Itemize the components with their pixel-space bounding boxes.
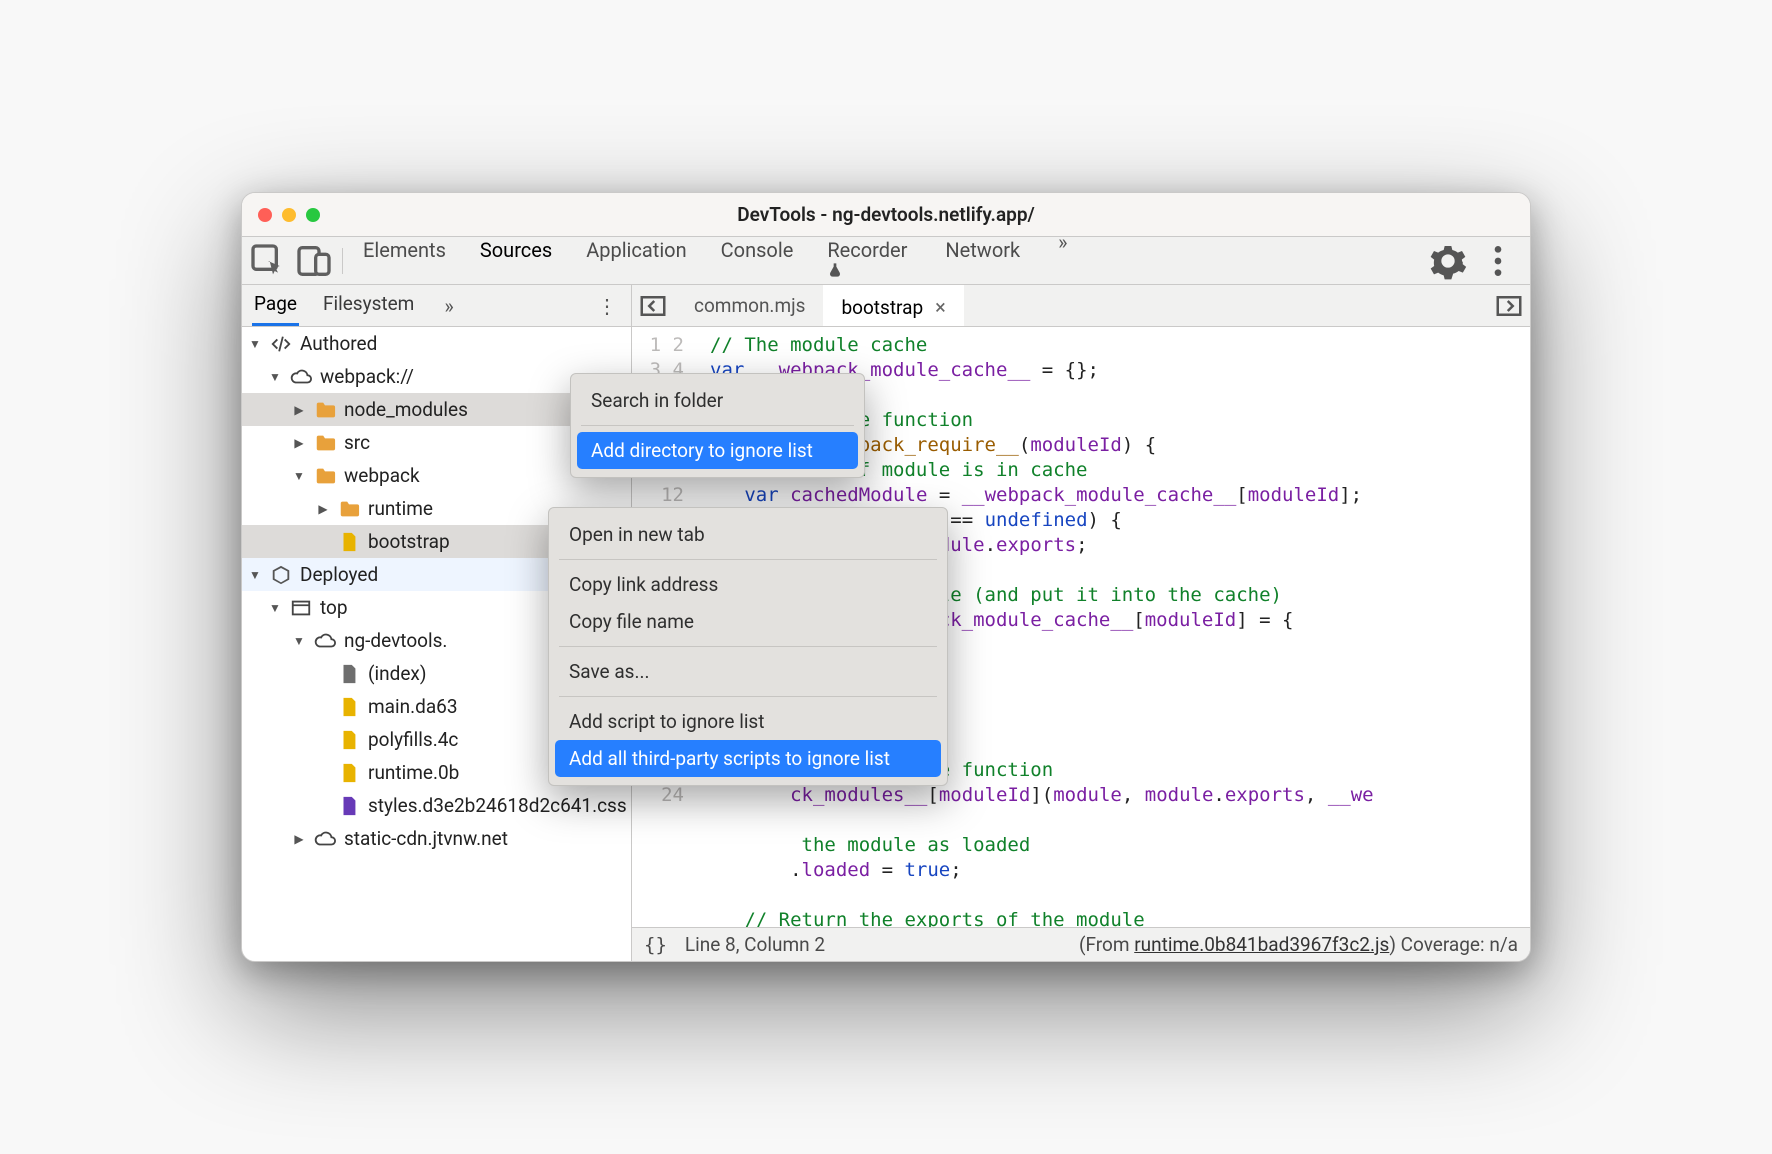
tab-sources[interactable]: Sources xyxy=(478,230,554,291)
tree-authored[interactable]: Authored xyxy=(242,327,631,360)
tab-application[interactable]: Application xyxy=(584,230,688,291)
tab-console[interactable]: Console xyxy=(719,230,796,291)
tree-label: ng-devtools. xyxy=(344,629,447,652)
document-icon xyxy=(338,663,360,685)
chevron-down-icon xyxy=(248,568,262,582)
tree-label: node_modules xyxy=(344,398,468,421)
cloud-icon xyxy=(314,630,336,652)
navigator-tab-page[interactable]: Page xyxy=(252,286,299,326)
tab-elements[interactable]: Elements xyxy=(361,230,448,291)
main-toolbar: Elements Sources Application Console Rec… xyxy=(242,237,1530,285)
device-toolbar-icon[interactable] xyxy=(294,241,334,281)
tree-label: main.da63 xyxy=(368,695,458,718)
pretty-print-icon[interactable]: {} xyxy=(644,934,667,956)
chevron-right-icon xyxy=(292,832,306,846)
ctx-search-in-folder[interactable]: Search in folder xyxy=(577,382,858,419)
toolbar-separator xyxy=(342,248,343,274)
folder-icon xyxy=(314,465,336,487)
flask-icon xyxy=(827,262,911,278)
package-icon xyxy=(270,564,292,586)
tree-label: static-cdn.jtvnw.net xyxy=(344,827,508,850)
code-icon xyxy=(270,333,292,355)
titlebar: DevTools - ng-devtools.netlify.app/ xyxy=(242,193,1530,237)
source-origin: (From runtime.0b841bad3967f3c2.js) Cover… xyxy=(1079,933,1518,956)
ctx-add-all-ignore[interactable]: Add all third-party scripts to ignore li… xyxy=(555,740,941,777)
close-icon[interactable]: × xyxy=(935,295,946,319)
tree-label: top xyxy=(320,596,348,619)
tab-network[interactable]: Network xyxy=(943,230,1022,291)
panel-tabs: Elements Sources Application Console Rec… xyxy=(361,230,1422,291)
chevron-down-icon xyxy=(268,370,282,384)
chevron-down-icon xyxy=(292,469,306,483)
window-title: DevTools - ng-devtools.netlify.app/ xyxy=(242,203,1530,226)
tree-label: runtime xyxy=(368,497,433,520)
js-file-icon xyxy=(338,762,360,784)
ctx-separator xyxy=(559,646,937,647)
file-tab-bootstrap[interactable]: bootstrap × xyxy=(823,285,963,326)
ctx-add-dir-ignore[interactable]: Add directory to ignore list xyxy=(577,432,858,469)
folder-icon xyxy=(314,432,336,454)
cursor-position: Line 8, Column 2 xyxy=(685,933,825,956)
inspect-element-icon[interactable] xyxy=(248,241,288,281)
tree-label: styles.d3e2b24618d2c641.css xyxy=(368,794,627,817)
devtools-window: DevTools - ng-devtools.netlify.app/ Elem… xyxy=(241,192,1531,962)
navigator-more-button[interactable]: » xyxy=(438,294,459,318)
file-tab-label: bootstrap xyxy=(841,296,923,319)
navigator-tab-filesystem[interactable]: Filesystem xyxy=(321,286,416,326)
js-file-icon xyxy=(338,696,360,718)
cloud-icon xyxy=(290,366,312,388)
tree-stylescss[interactable]: styles.d3e2b24618d2c641.css xyxy=(242,789,631,822)
file-tab-common[interactable]: common.mjs xyxy=(676,285,823,326)
tree-label: runtime.0b xyxy=(368,761,459,784)
chevron-right-icon xyxy=(316,502,330,516)
more-tabs-right-icon[interactable] xyxy=(1494,291,1524,321)
ctx-save-as[interactable]: Save as... xyxy=(555,653,941,690)
tree-label: webpack:// xyxy=(320,365,414,388)
navigator-tabs: Page Filesystem » ⋮ xyxy=(242,285,631,327)
navigator-options-icon[interactable]: ⋮ xyxy=(593,294,621,318)
js-file-icon xyxy=(338,531,360,553)
folder-context-menu: Search in folder Add directory to ignore… xyxy=(570,373,865,478)
frame-icon xyxy=(290,597,312,619)
nav-back-icon[interactable] xyxy=(638,291,668,321)
cloud-icon xyxy=(314,828,336,850)
folder-icon xyxy=(314,399,336,421)
tab-recorder-label: Recorder xyxy=(827,238,907,262)
file-context-menu: Open in new tab Copy link address Copy f… xyxy=(548,507,948,786)
chevron-right-icon xyxy=(292,436,306,450)
tree-label: Authored xyxy=(300,332,377,355)
chevron-down-icon xyxy=(248,337,262,351)
ctx-separator xyxy=(559,696,937,697)
tree-label: webpack xyxy=(344,464,420,487)
kebab-menu-icon[interactable] xyxy=(1478,241,1518,281)
js-file-icon xyxy=(338,729,360,751)
tree-staticcdn[interactable]: static-cdn.jtvnw.net xyxy=(242,822,631,855)
file-tab-label: common.mjs xyxy=(694,294,805,317)
source-origin-link[interactable]: runtime.0b841bad3967f3c2.js xyxy=(1134,933,1389,956)
ctx-separator xyxy=(581,425,854,426)
tree-label: src xyxy=(344,431,370,454)
tree-label: bootstrap xyxy=(368,530,450,553)
tree-label: polyfills.4c xyxy=(368,728,458,751)
status-bar: {} Line 8, Column 2 (From runtime.0b841b… xyxy=(632,927,1530,961)
tab-recorder[interactable]: Recorder xyxy=(825,230,913,291)
tree-label: (index) xyxy=(368,662,426,685)
ctx-separator xyxy=(559,559,937,560)
ctx-copy-link[interactable]: Copy link address xyxy=(555,566,941,603)
ctx-add-script-ignore[interactable]: Add script to ignore list xyxy=(555,703,941,740)
folder-icon xyxy=(338,498,360,520)
chevron-right-icon xyxy=(292,403,306,417)
settings-gear-icon[interactable] xyxy=(1428,241,1468,281)
more-tabs-button[interactable]: » xyxy=(1052,230,1073,291)
chevron-down-icon xyxy=(292,634,306,648)
tree-label: Deployed xyxy=(300,563,378,586)
chevron-down-icon xyxy=(268,601,282,615)
css-file-icon xyxy=(338,795,360,817)
ctx-open-new-tab[interactable]: Open in new tab xyxy=(555,516,941,553)
ctx-copy-filename[interactable]: Copy file name xyxy=(555,603,941,640)
editor-tabstrip: common.mjs bootstrap × xyxy=(632,285,1530,327)
